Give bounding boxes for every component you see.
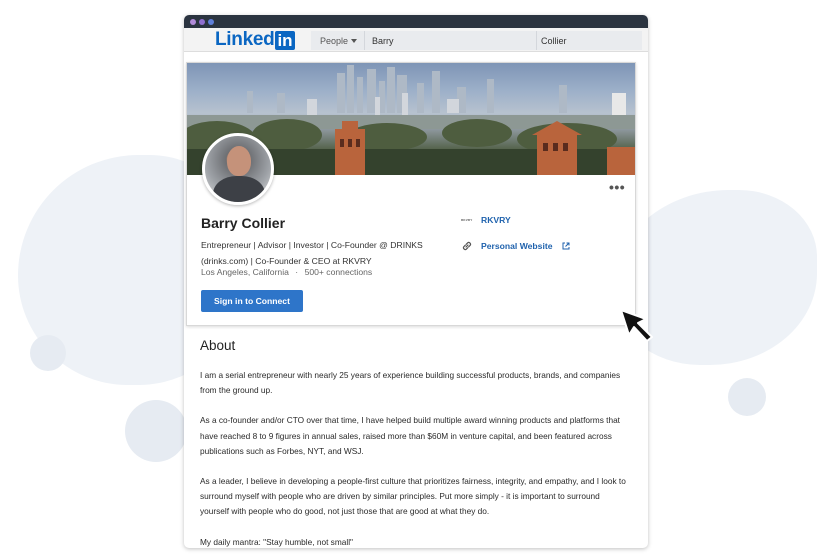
link-icon [462, 241, 472, 251]
profile-location: Los Angeles, California [201, 267, 289, 277]
about-paragraph: As a leader, I believe in developing a p… [200, 476, 626, 517]
caret-down-icon [351, 38, 358, 43]
about-paragraph: As a co-founder and/or CTO over that tim… [200, 415, 620, 456]
company-link[interactable]: RKVRY RKVRY [461, 215, 511, 225]
window-button-minimize[interactable] [199, 18, 205, 25]
browser-titlebar [184, 15, 648, 28]
about-paragraph: I am a serial entrepreneur with nearly 2… [200, 370, 621, 396]
about-section: About I am a serial entrepreneur with ne… [200, 338, 628, 548]
profile-photo-body [213, 176, 265, 202]
company-link-label: RKVRY [481, 215, 511, 225]
logo-text: Linked [215, 29, 275, 50]
background-dot [125, 400, 187, 462]
external-link-icon [562, 242, 570, 250]
browser-window: Linked in People Barry Collier ••• Barry… [184, 15, 648, 548]
window-button-close[interactable] [190, 18, 196, 25]
meta-separator: · [295, 267, 299, 277]
profile-photo[interactable] [202, 133, 274, 205]
personal-website-link[interactable]: Personal Website [461, 240, 570, 252]
more-icon[interactable]: ••• [609, 180, 625, 194]
people-search-bar: People Barry Collier [311, 31, 642, 50]
headline-line: Entrepreneur | Advisor | Investor | Co-F… [201, 240, 423, 250]
about-title: About [200, 338, 236, 353]
profile-name: Barry Collier [201, 215, 286, 231]
first-name-input[interactable]: Barry [365, 31, 537, 50]
search-type-dropdown[interactable]: People [311, 31, 365, 50]
cursor-icon [620, 309, 653, 342]
profile-photo-head [227, 146, 251, 176]
logo-in-box: in [275, 30, 295, 50]
top-navigation: Linked in People Barry Collier [184, 28, 648, 52]
profile-headline: Entrepreneur | Advisor | Investor | Co-F… [201, 237, 449, 269]
search-type-label: People [320, 35, 349, 46]
sign-in-to-connect-button[interactable]: Sign in to Connect [201, 290, 303, 312]
linkedin-logo[interactable]: Linked in [215, 30, 295, 50]
profile-connections: 500+ connections [304, 267, 373, 277]
profile-meta: Los Angeles, California · 500+ connectio… [201, 267, 372, 277]
background-dot [728, 378, 766, 416]
profile-card: ••• Barry Collier Entrepreneur | Advisor… [186, 62, 636, 326]
last-name-input[interactable]: Collier [537, 31, 642, 50]
window-button-maximize[interactable] [208, 18, 214, 25]
personal-website-label: Personal Website [481, 241, 553, 251]
company-logo-icon: RKVRY [461, 218, 473, 222]
background-dot [30, 335, 66, 371]
about-paragraph: My daily mantra: "Stay humble, not small… [200, 536, 353, 547]
